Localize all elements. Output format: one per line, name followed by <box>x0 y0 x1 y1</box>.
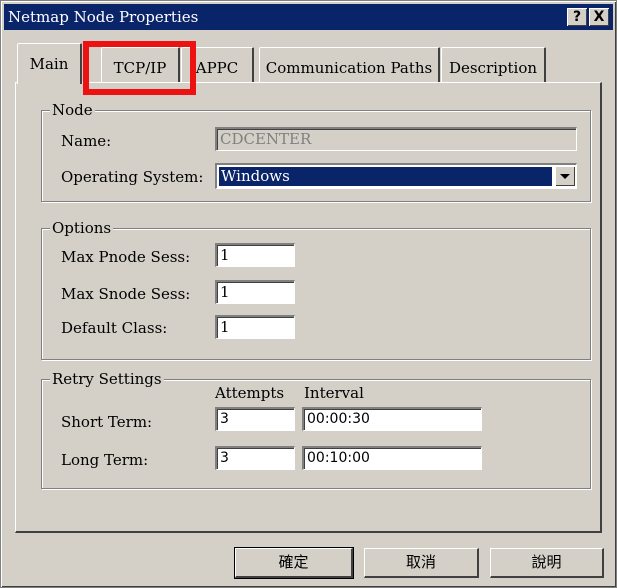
node-group-legend: Node <box>50 101 95 119</box>
ok-button[interactable]: 確定 <box>234 547 354 579</box>
long-term-label: Long Term: <box>61 451 149 469</box>
max-pnode-sess-field[interactable]: 1 <box>215 243 295 267</box>
interval-header: Interval <box>304 384 364 402</box>
operating-system-select[interactable]: Windows <box>215 163 577 189</box>
options-group-legend: Options <box>50 219 114 237</box>
short-term-label: Short Term: <box>61 413 153 431</box>
chevron-down-icon[interactable] <box>555 166 575 186</box>
default-class-label: Default Class: <box>61 319 168 337</box>
tab-communication-paths-label: Communication Paths <box>265 59 433 77</box>
title-bar: Netmap Node Properties ? X <box>4 4 613 30</box>
long-term-interval-field[interactable]: 00:10:00 <box>302 446 482 470</box>
default-class-field[interactable]: 1 <box>215 315 295 339</box>
cancel-button[interactable]: 取消 <box>364 548 479 578</box>
max-snode-sess-label: Max Snode Sess: <box>61 285 191 303</box>
tab-description[interactable]: Description <box>441 47 546 82</box>
tab-main-label: Main <box>29 55 69 73</box>
close-icon[interactable]: X <box>589 8 609 26</box>
operating-system-label: Operating System: <box>61 168 204 186</box>
short-term-attempts-field[interactable]: 3 <box>215 407 295 431</box>
retry-settings-legend: Retry Settings <box>50 370 164 388</box>
max-pnode-sess-label: Max Pnode Sess: <box>61 248 191 266</box>
netmap-node-properties-dialog: Netmap Node Properties ? X Main TCP/IP A… <box>0 0 617 588</box>
attempts-header: Attempts <box>215 384 285 402</box>
window-title: Netmap Node Properties <box>8 8 199 26</box>
operating-system-value: Windows <box>219 167 552 186</box>
long-term-attempts-field[interactable]: 3 <box>215 446 295 470</box>
tab-appc-label: APPC <box>195 59 239 77</box>
tcpip-highlight-box <box>83 41 196 95</box>
tab-main[interactable]: Main <box>17 43 82 84</box>
max-snode-sess-field[interactable]: 1 <box>215 280 295 304</box>
help-button[interactable]: 說明 <box>490 548 604 578</box>
short-term-interval-field[interactable]: 00:00:30 <box>302 407 482 431</box>
name-field[interactable]: CDCENTER <box>215 127 577 151</box>
help-icon[interactable]: ? <box>567 8 587 26</box>
tab-communication-paths[interactable]: Communication Paths <box>259 47 440 82</box>
name-label: Name: <box>61 132 112 150</box>
tab-description-label: Description <box>448 59 538 77</box>
